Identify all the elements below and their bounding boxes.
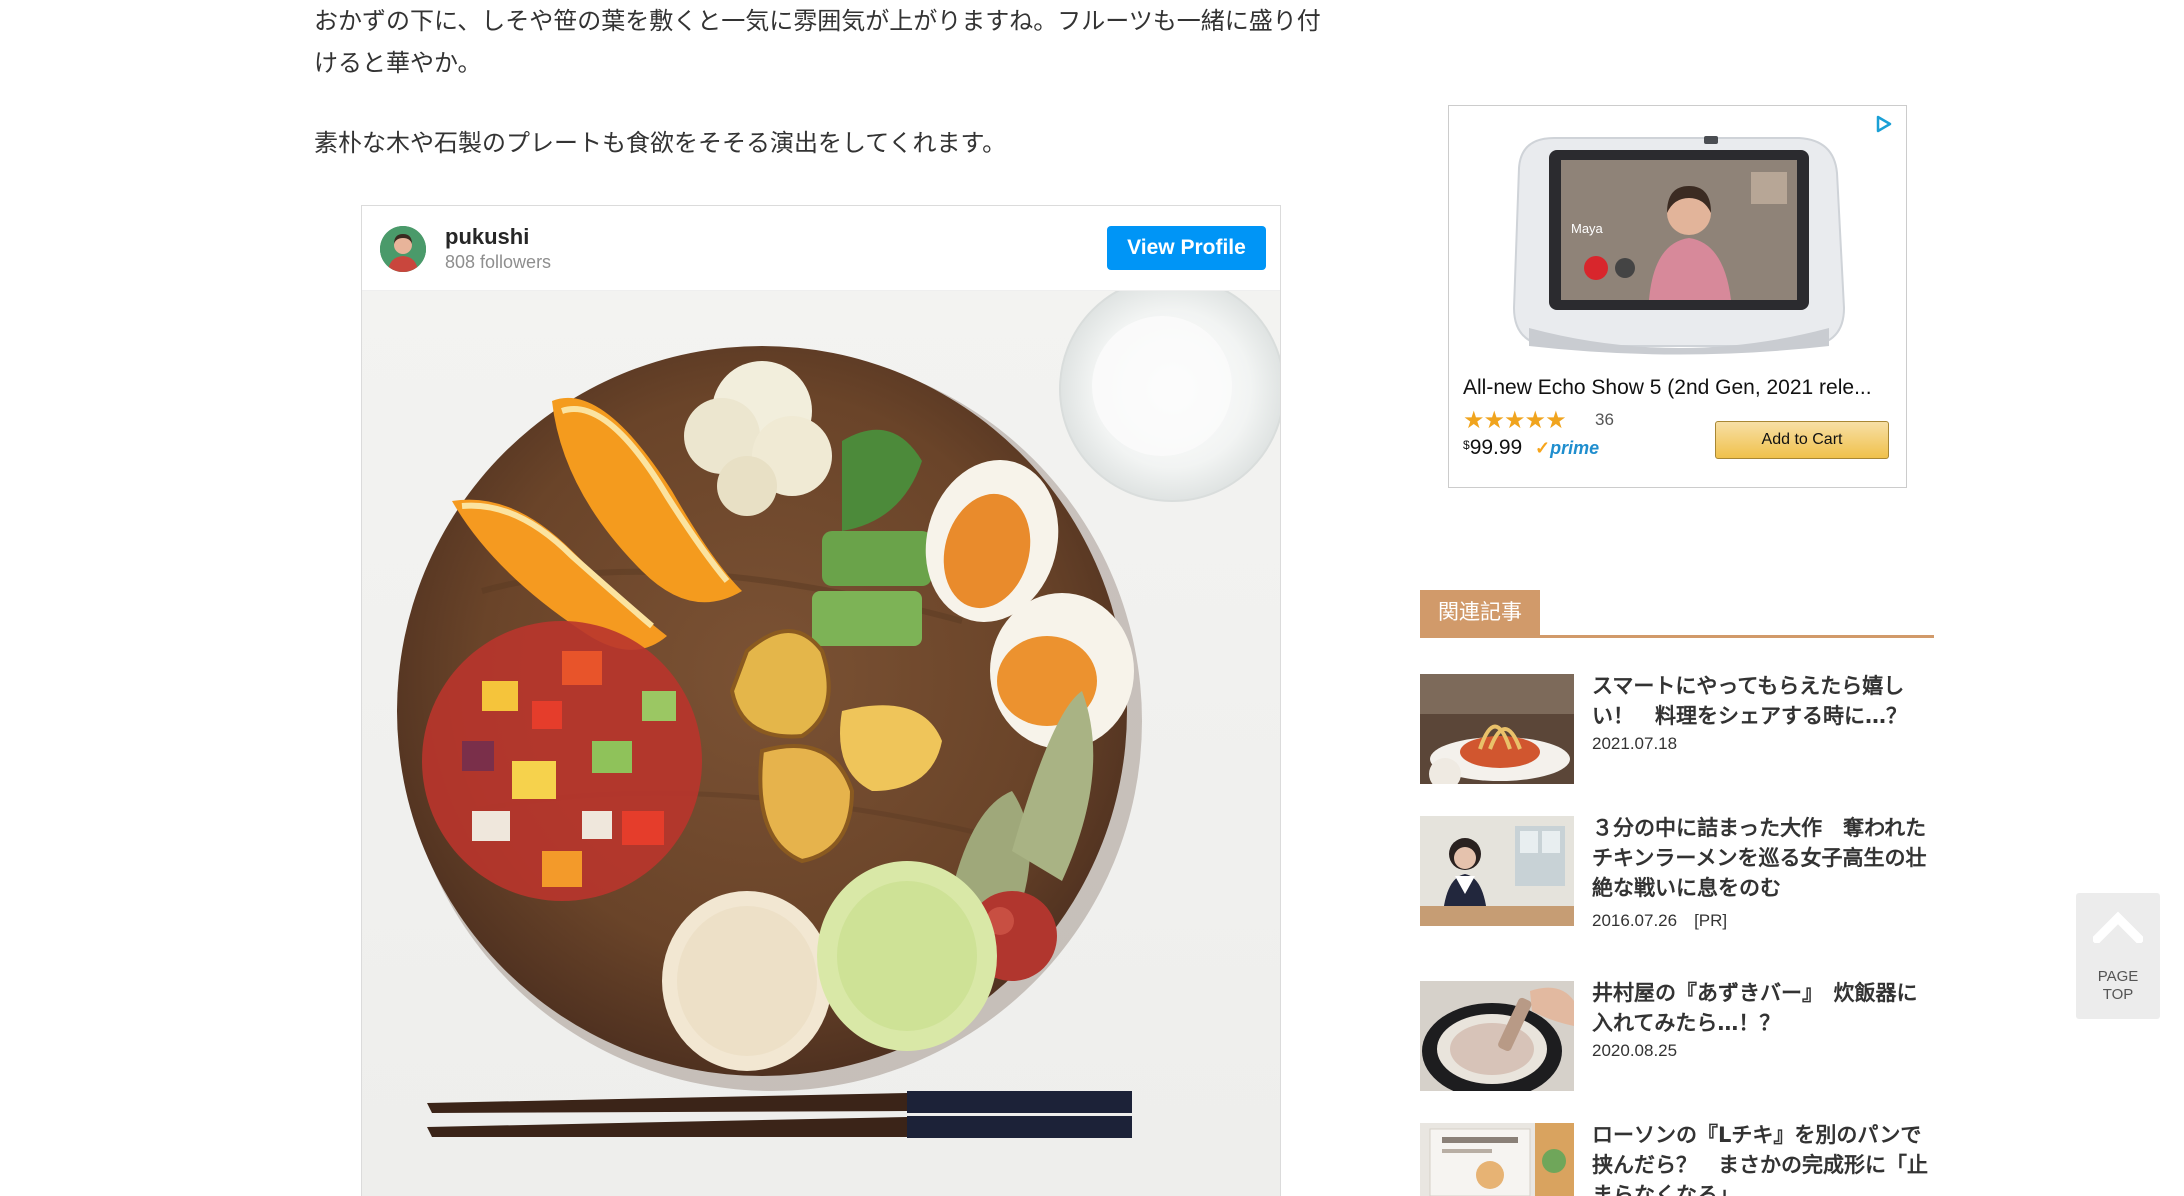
- instagram-username[interactable]: pukushi: [445, 224, 529, 250]
- screen-caller-name: Maya: [1571, 221, 1604, 236]
- related-article-date: 2020.08.25: [1592, 1041, 1678, 1060]
- view-profile-button[interactable]: View Profile: [1107, 226, 1266, 270]
- instagram-followers: 808 followers: [445, 252, 552, 272]
- instagram-header: pukushi 808 followers View Profile: [362, 206, 1280, 291]
- related-article-title[interactable]: ローソンの『Lチキ』を別のパンで挟んだら？ まさかの完成形に「止まらなくなる」: [1592, 1120, 1934, 1196]
- related-articles-title: 関連記事: [1420, 590, 1540, 635]
- avatar[interactable]: [380, 226, 426, 272]
- instagram-embed: pukushi 808 followers View Profile: [361, 205, 1281, 1196]
- chevron-up-icon: [2093, 911, 2143, 943]
- instagram-photo[interactable]: [362, 276, 1280, 1196]
- related-article-title[interactable]: ３分の中に詰まった大作 奪われたチキンラーメンを巡る女子高生の壮絶な戦いに息をの…: [1592, 813, 1934, 903]
- lawson-thumbnail-image: [1420, 1123, 1574, 1196]
- related-article-thumbnail[interactable]: [1420, 674, 1574, 784]
- article-paragraph: 素朴な木や石製のプレートも食欲をそそる演出をしてくれます。: [314, 129, 1007, 157]
- related-article-date: 2021.07.18: [1592, 734, 1678, 753]
- related-article-thumbnail[interactable]: [1420, 1123, 1574, 1196]
- related-articles-header: 関連記事: [1420, 590, 1934, 638]
- related-article-thumbnail[interactable]: [1420, 816, 1574, 926]
- ad-product-title[interactable]: All-new Echo Show 5 (2nd Gen, 2021 rele.…: [1463, 376, 1893, 400]
- ad-price: $99.99: [1463, 436, 1522, 460]
- page-top-label-line1: PAGE: [2097, 968, 2139, 985]
- related-article-title[interactable]: 井村屋の『あずきバー』 炊飯器に入れてみたら…！？: [1592, 978, 1934, 1038]
- echo-show-product-image[interactable]: Maya: [1499, 128, 1859, 358]
- price-value: 99.99: [1469, 436, 1523, 459]
- prime-check-icon: ✓: [1535, 438, 1551, 458]
- avatar-image: [380, 226, 426, 272]
- related-article-date: 2016.07.26 [PR]: [1592, 911, 1728, 930]
- schoolgirl-thumbnail-image: [1420, 816, 1574, 926]
- page-top-label: PAGE TOP: [2076, 968, 2160, 1004]
- ad-review-count[interactable]: 36: [1595, 410, 1614, 430]
- page-top-button[interactable]: PAGE TOP: [2076, 893, 2160, 1019]
- related-article-title[interactable]: スマートにやってもらえたら嬉しい！ 料理をシェアする時に…？: [1592, 671, 1934, 731]
- related-article-thumbnail[interactable]: [1420, 981, 1574, 1091]
- rice-cooker-thumbnail-image: [1420, 981, 1574, 1091]
- page-top-label-line2: TOP: [2102, 986, 2134, 1003]
- prime-label: prime: [1550, 438, 1600, 458]
- adchoices-icon[interactable]: [1874, 114, 1894, 134]
- food-plate-image: [397, 276, 1280, 1138]
- amazon-ad[interactable]: Maya All-new Echo Show 5 (2nd Gen, 2021 …: [1448, 105, 1907, 488]
- add-to-cart-button[interactable]: Add to Cart: [1715, 421, 1889, 459]
- prime-badge: ✓prime: [1535, 438, 1599, 459]
- pasta-thumbnail-image: [1420, 674, 1574, 784]
- ad-star-rating: ★★★★★: [1463, 406, 1567, 434]
- article-paragraph: おかずの下に、しそや笹の葉を敷くと一気に雰囲気が上がりますね。フルーツも一緒に盛…: [314, 7, 1321, 77]
- page: おかずの下に、しそや笹の葉を敷くと一気に雰囲気が上がりますね。フルーツも一緒に盛…: [0, 0, 2184, 1196]
- price-currency: $: [1463, 438, 1470, 452]
